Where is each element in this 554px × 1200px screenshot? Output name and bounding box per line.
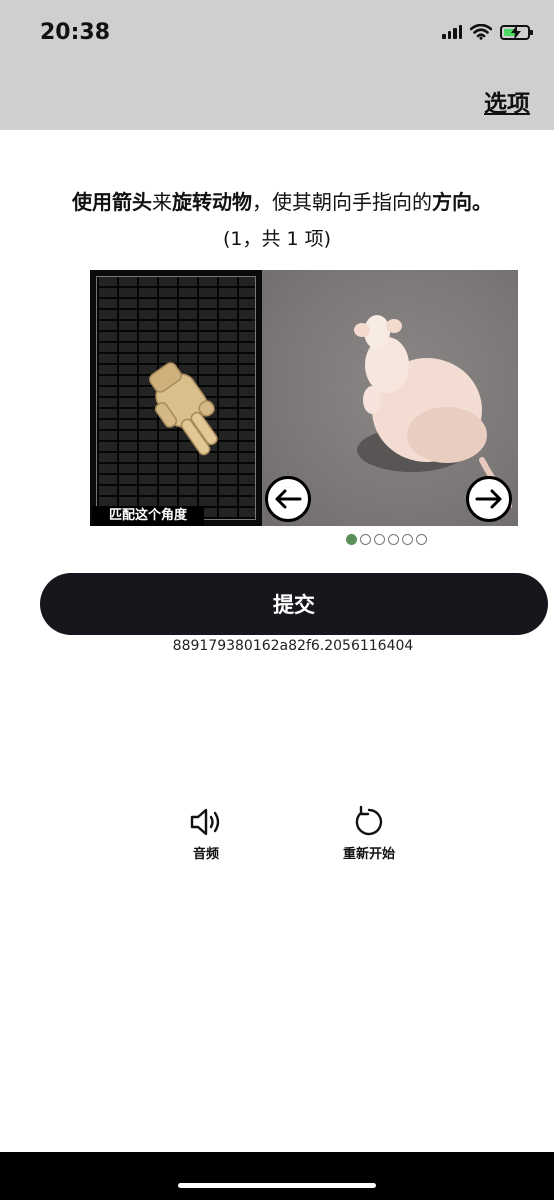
page-dot: [416, 534, 427, 545]
signal-icon: [442, 25, 462, 39]
home-bar-area: [0, 1152, 554, 1200]
page-indicator: [346, 534, 427, 545]
instruction-part: 使用: [72, 190, 112, 214]
audio-label: 音频: [192, 847, 219, 862]
rotate-left-button[interactable]: [265, 476, 311, 522]
brick-background: [96, 276, 256, 520]
page-dot: [374, 534, 385, 545]
status-time: 20:38: [40, 20, 111, 45]
speaker-icon: [190, 808, 220, 836]
instruction-part: 旋转动物: [172, 190, 252, 214]
home-indicator[interactable]: [178, 1183, 376, 1188]
restart-label: 重新开始: [342, 847, 395, 862]
audio-button[interactable]: 音频: [178, 804, 234, 862]
instruction-part: 箭头: [112, 190, 152, 214]
pointing-hand-image: [149, 362, 218, 456]
arrow-left-icon: [275, 489, 302, 509]
restart-button[interactable]: 重新开始: [330, 804, 408, 862]
puzzle-count: (1，共 1 项): [222, 228, 332, 250]
page-dot: [388, 534, 399, 545]
wifi-icon: [470, 24, 492, 40]
options-link[interactable]: 选项: [484, 84, 530, 118]
session-id: 889179380162a82f6.2056116404: [172, 638, 414, 654]
instruction-text: 使用箭头来旋转动物，使其朝向手指向的方向。: [20, 186, 544, 215]
reference-image: [90, 270, 262, 526]
instruction-part: 方向: [432, 190, 472, 214]
submit-button[interactable]: 提交: [40, 573, 548, 635]
page-dot: [360, 534, 371, 545]
restart-icon: [355, 805, 383, 836]
page-dot: [402, 534, 413, 545]
battery-charging-icon: [500, 24, 533, 40]
page-dot: [346, 534, 357, 545]
arrow-right-icon: [475, 489, 502, 509]
top-bar: 20:38 选项: [0, 0, 554, 130]
status-icons: [442, 24, 533, 40]
instruction-part: 来: [152, 190, 172, 214]
instruction-part: ，使其朝向手指向的: [252, 190, 432, 214]
rotate-right-button[interactable]: [466, 476, 512, 522]
instruction-part: 。: [472, 190, 492, 214]
reference-label: 匹配这个角度: [92, 506, 204, 526]
